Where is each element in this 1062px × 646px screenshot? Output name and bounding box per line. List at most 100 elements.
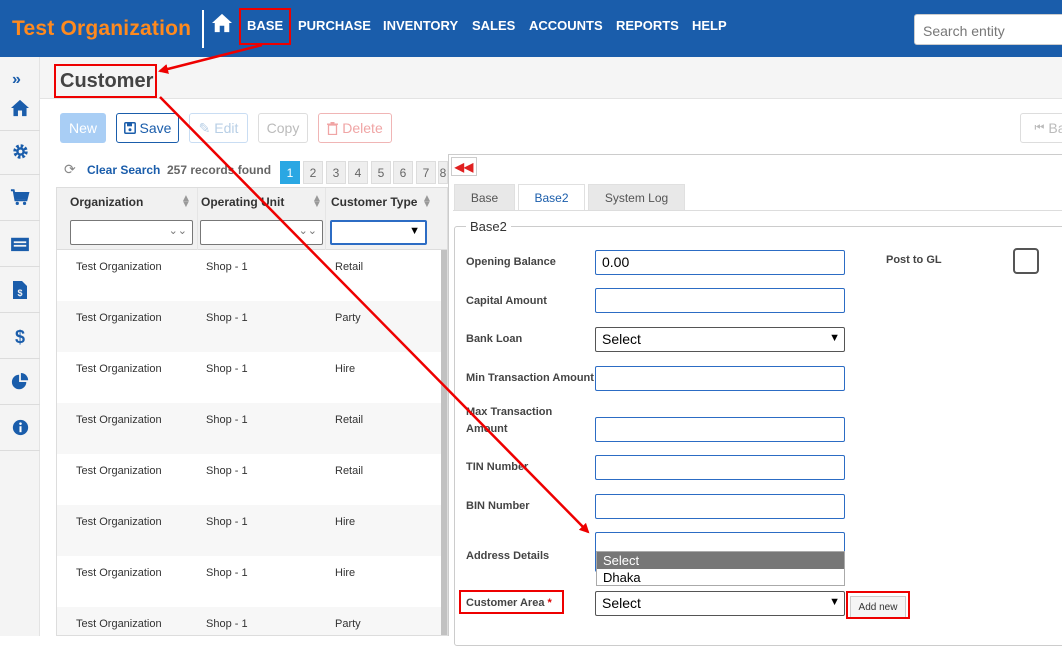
cell-customer-type: Retail xyxy=(335,261,364,273)
page-3[interactable]: 3 xyxy=(326,161,346,184)
customer-area-value: Select xyxy=(602,595,641,611)
clear-search-link[interactable]: Clear Search xyxy=(87,163,160,177)
sort-icon[interactable]: ▲ ▼ xyxy=(422,194,432,210)
opening-balance-input[interactable]: 0.00 xyxy=(595,250,845,275)
cell-operating-unit: Shop - 1 xyxy=(206,516,248,528)
max-transaction-label-line2: Amount xyxy=(466,423,508,435)
sidebar-item-purchase[interactable] xyxy=(0,175,40,221)
nav-help[interactable]: HELP xyxy=(692,18,727,33)
opening-balance-label: Opening Balance xyxy=(466,256,556,268)
max-transaction-input[interactable] xyxy=(595,417,845,442)
back-button[interactable]: ⏮ Ba xyxy=(1020,113,1062,143)
cell-organization: Test Organization xyxy=(76,312,162,324)
nav-inventory[interactable]: INVENTORY xyxy=(383,18,458,33)
dollar-icon: $ xyxy=(15,327,25,345)
post-to-gl-checkbox[interactable] xyxy=(1013,248,1039,274)
svg-text:$: $ xyxy=(17,288,22,298)
left-sidebar: » $ $ xyxy=(0,57,40,636)
table-row[interactable]: Test Organization Shop - 1 Retail xyxy=(57,250,441,301)
chevron-down-icon: ▼ xyxy=(829,332,840,344)
sidebar-item-settings[interactable] xyxy=(0,129,40,175)
refresh-icon[interactable]: ⟳ xyxy=(64,161,76,178)
address-details-label: Address Details xyxy=(466,550,550,562)
org-title[interactable]: Test Organization xyxy=(12,17,191,41)
bank-loan-label: Bank Loan xyxy=(466,333,523,345)
capital-amount-input[interactable] xyxy=(595,288,845,313)
page-2[interactable]: 2 xyxy=(303,161,323,184)
sort-icon[interactable]: ▲ ▼ xyxy=(181,194,191,210)
double-chevron-down-icon: ⌄⌄ xyxy=(298,225,317,237)
gear-icon xyxy=(12,144,28,159)
table-row[interactable]: Test Organization Shop - 1 Retail xyxy=(57,403,441,454)
svg-text:$: $ xyxy=(15,327,25,345)
column-organization[interactable]: Organization xyxy=(70,195,143,209)
edit-button[interactable]: ✎ Edit xyxy=(189,113,248,143)
cell-organization: Test Organization xyxy=(76,618,162,630)
cell-customer-type: Party xyxy=(335,312,361,324)
column-customer-type[interactable]: Customer Type xyxy=(331,195,417,209)
annotation-box-customer-area xyxy=(459,590,564,614)
sidebar-item-inventory[interactable] xyxy=(0,221,40,267)
bin-number-input[interactable] xyxy=(595,494,845,519)
column-operating-unit[interactable]: Operating Unit xyxy=(201,195,284,209)
filter-organization[interactable]: ⌄⌄ xyxy=(70,220,193,245)
annotation-box-base xyxy=(239,8,291,45)
cell-organization: Test Organization xyxy=(76,465,162,477)
search-input[interactable]: Search entity xyxy=(914,14,1062,45)
collapse-panel-icon[interactable]: ◀◀ xyxy=(451,157,477,176)
grid-scrollbar[interactable] xyxy=(441,250,447,635)
pie-chart-icon xyxy=(11,372,29,389)
table-row[interactable]: Test Organization Shop - 1 Hire xyxy=(57,352,441,403)
tab-base2[interactable]: Base2 xyxy=(518,184,585,211)
cell-operating-unit: Shop - 1 xyxy=(206,261,248,273)
tab-system-log[interactable]: System Log xyxy=(588,184,685,211)
records-count: 257 records found xyxy=(167,163,272,177)
nav-sales[interactable]: SALES xyxy=(472,18,515,33)
annotation-box-add-new xyxy=(846,591,910,619)
nav-purchase[interactable]: PURCHASE xyxy=(298,18,371,33)
filter-operating-unit[interactable]: ⌄⌄ xyxy=(200,220,323,245)
page-7[interactable]: 7 xyxy=(416,161,436,184)
page-5[interactable]: 5 xyxy=(371,161,391,184)
first-page-icon: ⏮ xyxy=(1034,121,1045,134)
customer-area-select[interactable]: Select ▼ xyxy=(595,591,845,616)
tin-number-input[interactable] xyxy=(595,455,845,480)
new-button[interactable]: New xyxy=(60,113,106,143)
filter-customer-type[interactable]: ▼ xyxy=(330,220,427,245)
page-6[interactable]: 6 xyxy=(393,161,413,184)
nav-accounts[interactable]: ACCOUNTS xyxy=(529,18,603,33)
nav-reports[interactable]: REPORTS xyxy=(616,18,679,33)
page-8[interactable]: 8 xyxy=(438,161,448,184)
save-button[interactable]: Save xyxy=(116,113,179,143)
tab-baseline xyxy=(453,210,1062,211)
page-4[interactable]: 4 xyxy=(348,161,368,184)
dropdown-option-select[interactable]: Select xyxy=(597,552,844,569)
tab-base[interactable]: Base xyxy=(454,184,515,211)
bank-loan-select[interactable]: Select ▼ xyxy=(595,327,845,352)
min-transaction-input[interactable] xyxy=(595,366,845,391)
sidebar-item-accounts[interactable]: $ xyxy=(0,313,40,359)
copy-button[interactable]: Copy xyxy=(258,113,308,143)
table-row[interactable]: Test Organization Shop - 1 Party xyxy=(57,607,441,635)
cell-operating-unit: Shop - 1 xyxy=(206,465,248,477)
table-row[interactable]: Test Organization Shop - 1 Party xyxy=(57,301,441,352)
cell-organization: Test Organization xyxy=(76,567,162,579)
sidebar-item-reports[interactable] xyxy=(0,359,40,405)
delete-button[interactable]: Delete xyxy=(318,113,392,143)
page-1[interactable]: 1 xyxy=(280,161,300,184)
save-icon xyxy=(123,122,136,134)
sort-icon[interactable]: ▲ ▼ xyxy=(312,194,322,210)
dropdown-option-dhaka[interactable]: Dhaka xyxy=(597,569,844,586)
chevron-down-icon: ▼ xyxy=(409,225,420,237)
cell-operating-unit: Shop - 1 xyxy=(206,414,248,426)
table-row[interactable]: Test Organization Shop - 1 Hire xyxy=(57,556,441,607)
home-icon[interactable] xyxy=(211,13,233,33)
capital-amount-label: Capital Amount xyxy=(466,295,547,307)
fieldset-legend: Base2 xyxy=(466,219,511,234)
sidebar-item-sales[interactable]: $ xyxy=(0,267,40,313)
sidebar-item-help[interactable] xyxy=(0,405,40,451)
min-transaction-label: Min Transaction Amount xyxy=(466,372,594,384)
table-row[interactable]: Test Organization Shop - 1 Retail xyxy=(57,454,441,505)
table-row[interactable]: Test Organization Shop - 1 Hire xyxy=(57,505,441,556)
sidebar-item-home[interactable] xyxy=(0,85,40,131)
